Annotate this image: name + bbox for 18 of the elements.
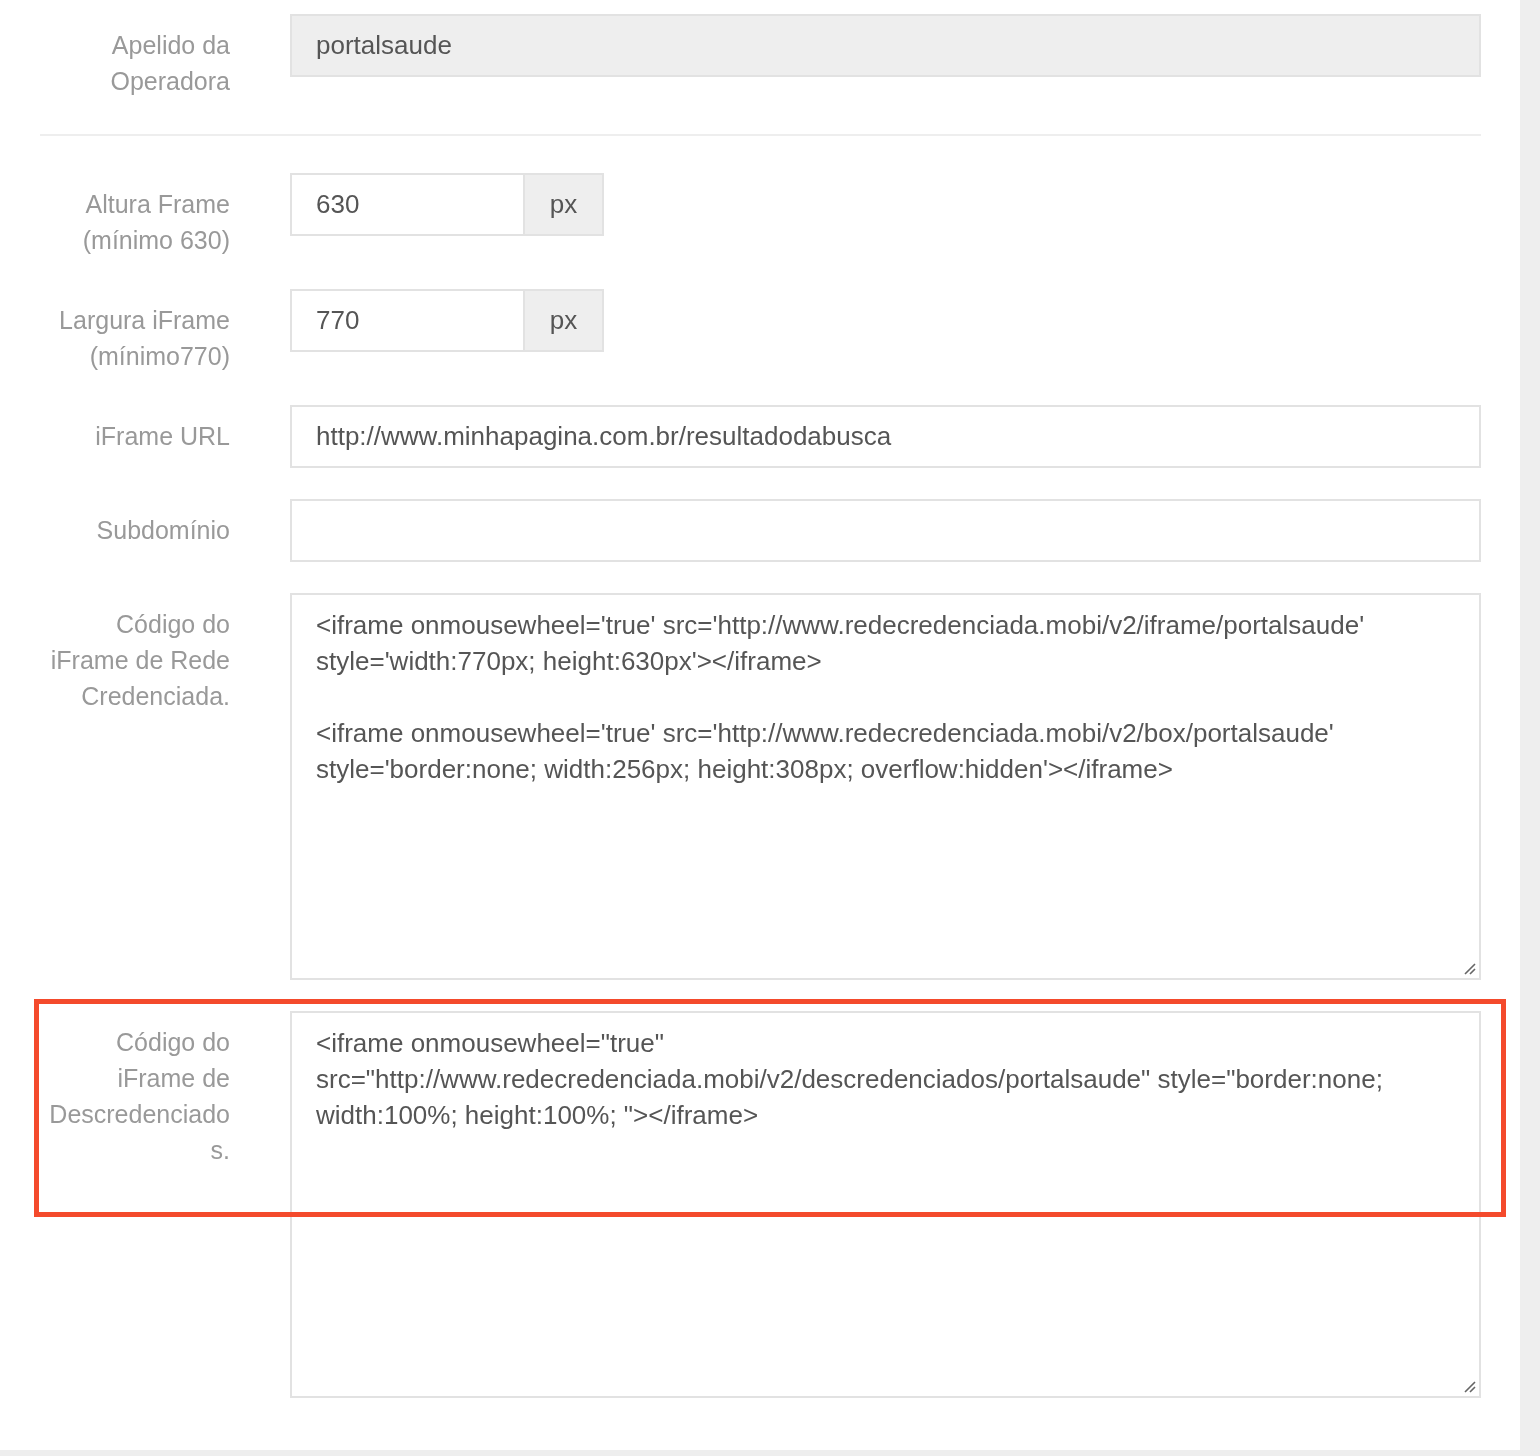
field-label: Altura Frame (mínimo 630): [81, 189, 230, 256]
text-field[interactable]: [290, 499, 1481, 562]
field-label: Código do iFrame de Rede Credenciada.: [49, 609, 230, 712]
field-label: iFrame URL: [94, 421, 230, 452]
field-label: Código do iFrame de Descredenciados.: [48, 1027, 230, 1166]
code-textarea[interactable]: <iframe onmousewheel='true' src='http://www.redecredenciada.mobi/v2/iframe/portalsaude' style='width:770px; height:630px'></iframe> <iframe onmousewheel='true' src='http://www.redecredenciada.mobi/v2/box/portalsaude' style='border:none; width:256px; height:308px; overflow:hidden'></iframe>: [290, 593, 1481, 980]
number-field[interactable]: 770: [290, 289, 525, 352]
text-field[interactable]: portalsaude: [290, 14, 1481, 77]
field-label: Largura iFrame (mínimo770): [58, 305, 230, 372]
number-field[interactable]: 630: [290, 173, 525, 236]
resize-handle-icon[interactable]: [1464, 1381, 1476, 1393]
text-field[interactable]: http://www.minhapagina.com.br/resultadodabusca: [290, 405, 1481, 468]
code-textarea[interactable]: <iframe onmousewheel="true" src="http://www.redecredenciada.mobi/v2/descredenciados/portalsaude" style="border:none; width:100%; height:100%; "></iframe>: [290, 1011, 1481, 1398]
field-label: Apelido da Operadora: [109, 30, 230, 97]
field-label: Subdomínio: [95, 515, 230, 546]
unit-addon: px: [525, 173, 604, 236]
resize-handle-icon[interactable]: [1464, 963, 1476, 975]
unit-addon: px: [525, 289, 604, 352]
